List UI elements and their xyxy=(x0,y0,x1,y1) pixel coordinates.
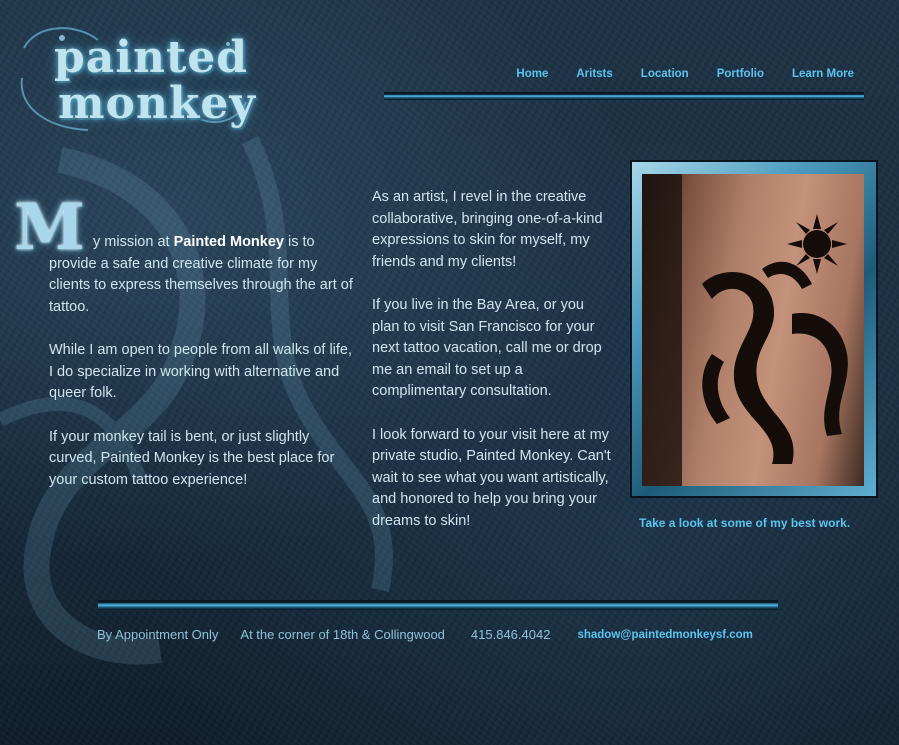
footer-appointment: By Appointment Only xyxy=(97,627,219,642)
site-footer: By Appointment Only At the corner of 18t… xyxy=(97,627,797,642)
portfolio-photo-link[interactable] xyxy=(630,160,878,498)
brand-name-strong: Painted Monkey xyxy=(173,234,284,250)
main-navigation: Home Aritsts Location Portfolio Learn Mo… xyxy=(384,60,864,100)
about-paragraph-1: As an artist, I revel in the creative co… xyxy=(372,189,603,270)
about-paragraph-2: If you live in the Bay Area, or you plan… xyxy=(372,297,602,399)
nav-divider-bar xyxy=(384,92,864,100)
footer-email-link[interactable]: shadow@paintedmonkeysf.com xyxy=(577,629,752,641)
intro-text: y mission at xyxy=(93,234,174,250)
footer-phone: 415.846.4042 xyxy=(470,627,551,642)
nav-portfolio[interactable]: Portfolio xyxy=(717,68,764,80)
logo-word-painted: painted xyxy=(54,32,249,83)
logo-word-monkey: monkey xyxy=(58,78,256,129)
site-logo[interactable]: painted monkey xyxy=(18,18,255,138)
intro-column: y mission at Painted Monkey is to provid… xyxy=(49,232,354,513)
nav-home[interactable]: Home xyxy=(516,68,548,80)
about-column: As an artist, I revel in the creative co… xyxy=(372,187,612,554)
tattoo-back-photo xyxy=(642,174,864,486)
nav-artists[interactable]: Aritsts xyxy=(576,68,612,80)
tribal-tattoo-image xyxy=(642,174,848,486)
portfolio-caption[interactable]: Take a look at some of my best work. xyxy=(639,516,850,530)
nav-learn-more[interactable]: Learn More xyxy=(792,68,854,80)
footer-divider-bar xyxy=(98,600,778,610)
about-paragraph-3: I look forward to your visit here at my … xyxy=(372,426,611,529)
intro-paragraph-1: y mission at Painted Monkey is to provid… xyxy=(49,232,354,318)
intro-paragraph-2: While I am open to people from all walks… xyxy=(49,342,353,401)
footer-address: At the corner of 18th & Collingwood xyxy=(240,627,445,642)
intro-paragraph-3: If your monkey tail is bent, or just sli… xyxy=(49,428,335,488)
nav-location[interactable]: Location xyxy=(641,68,689,80)
nav-links: Home Aritsts Location Portfolio Learn Mo… xyxy=(384,60,864,88)
